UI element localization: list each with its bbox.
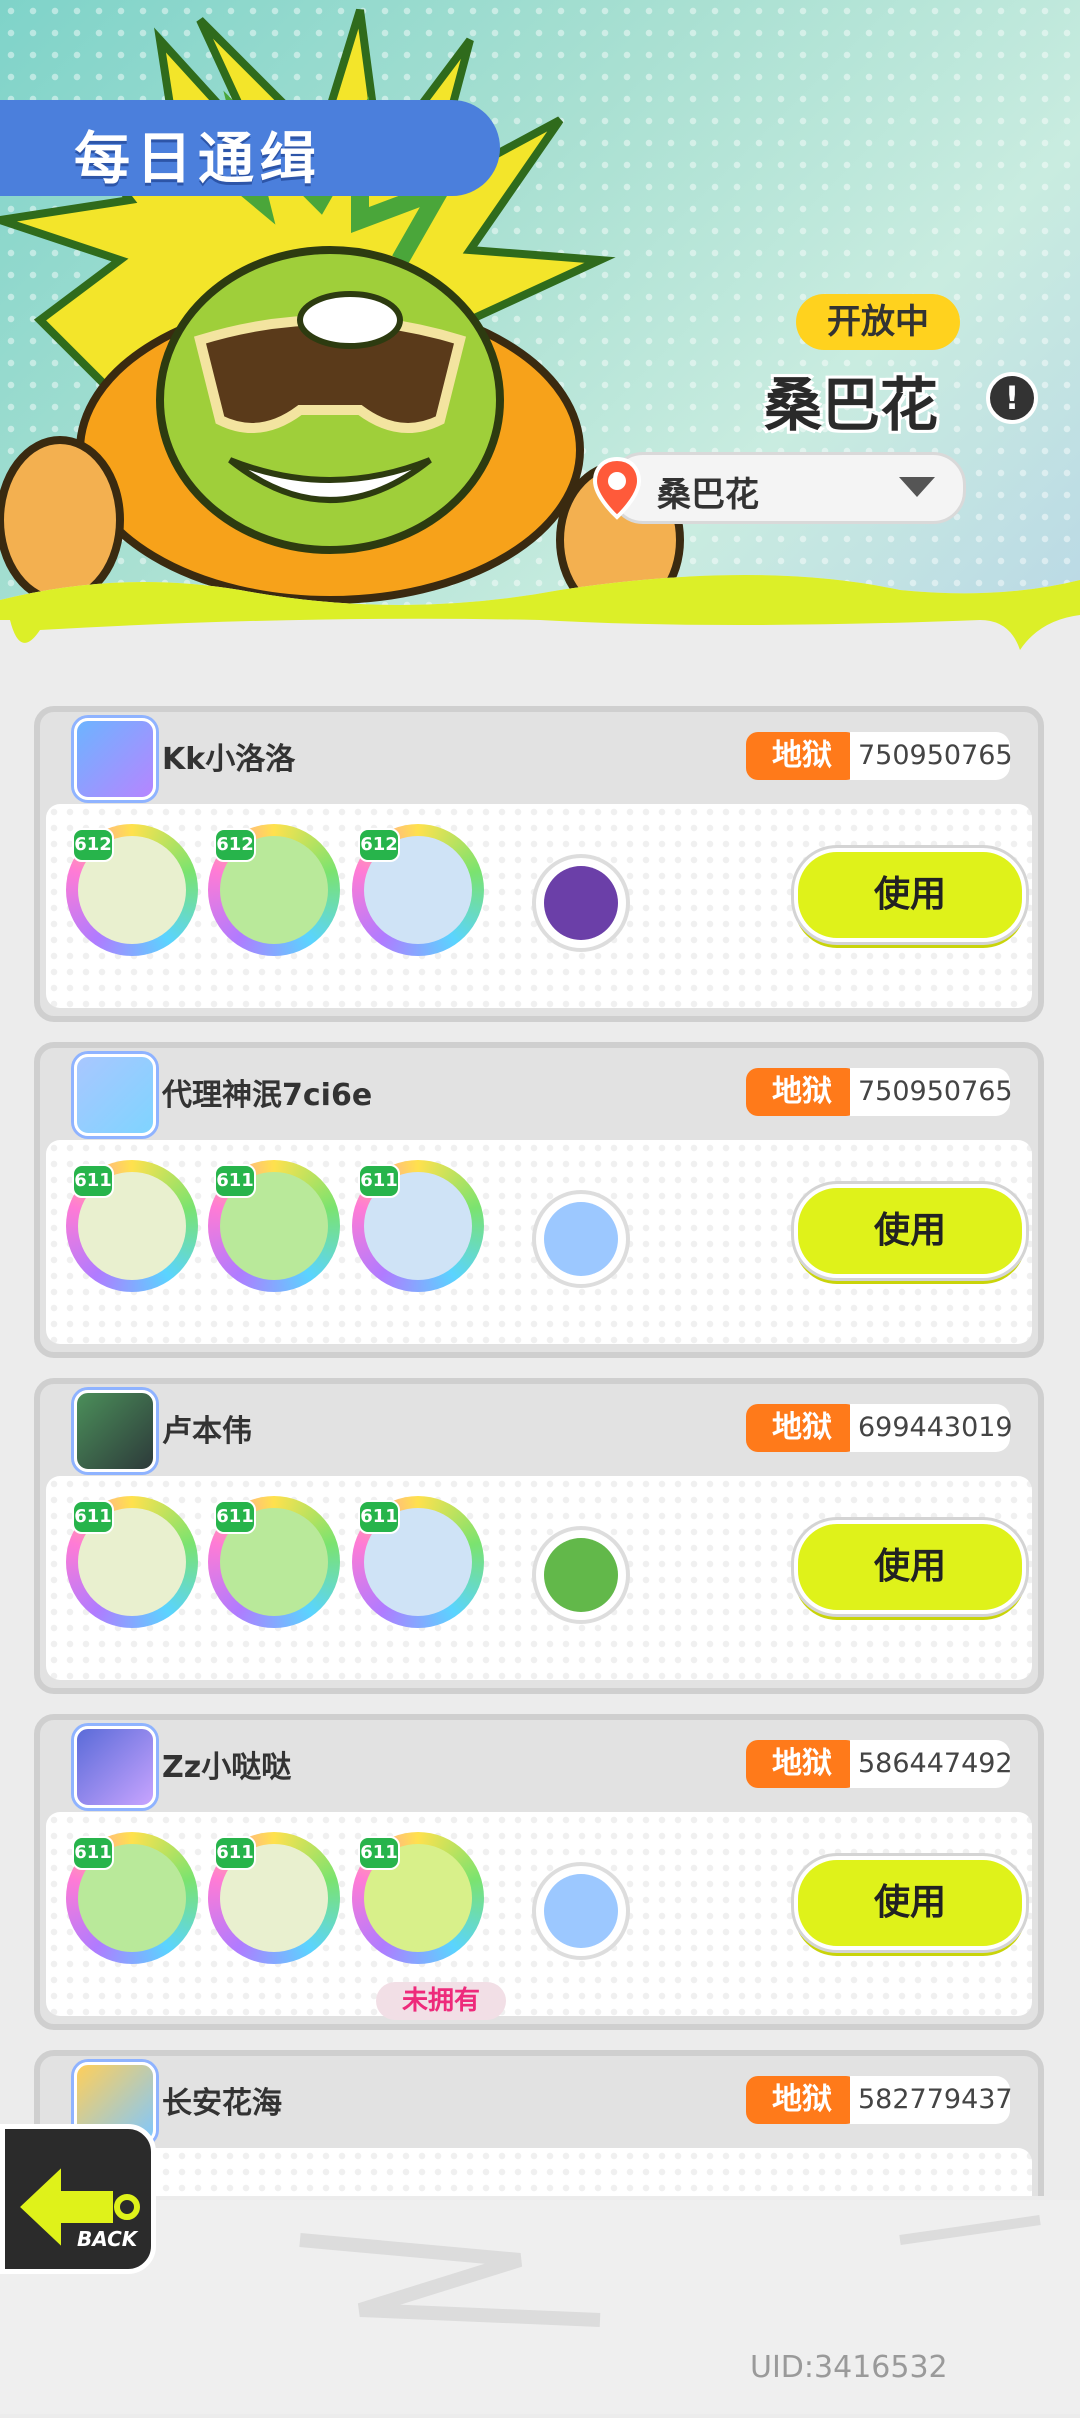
difficulty-badge: 地狱 [746, 1404, 858, 1452]
pet-slot [532, 1862, 630, 1960]
entry-header: Kk小洛洛 地狱 750950765 [40, 712, 1038, 800]
avatar [74, 1390, 156, 1472]
hero-level: 612 [358, 828, 400, 862]
uid-label: UID:3416532 [750, 2350, 948, 2385]
hero-slot: 612 [66, 824, 198, 956]
list-item: Kk小洛洛 地狱 750950765 612 612 612 使用 [34, 706, 1044, 1022]
boss-selector-dropdown[interactable]: 桑巴花 [592, 452, 966, 524]
score-value: 699443019 [850, 1404, 1013, 1452]
unowned-badge: 未拥有 [376, 1982, 506, 2020]
hero-slot: 612 [352, 824, 484, 956]
avatar [74, 1726, 156, 1808]
hero-level: 611 [358, 1836, 400, 1870]
chevron-down-icon [899, 477, 935, 497]
hero-level: 611 [72, 1164, 114, 1198]
player-name: 长安花海 [162, 2086, 282, 2121]
pet-slot [532, 1526, 630, 1624]
team-panel [46, 2148, 1032, 2196]
hero-level: 611 [214, 1836, 256, 1870]
pet-portrait [544, 1874, 618, 1948]
list-item: 长安花海 地狱 582779437 [34, 2050, 1044, 2196]
hero-level: 612 [72, 828, 114, 862]
entry-header: 代理神泯7ci6e 地狱 750950765 [40, 1048, 1038, 1136]
difficulty-badge: 地狱 [746, 1740, 858, 1788]
use-button[interactable]: 使用 [794, 1856, 1026, 1950]
back-button[interactable]: BACK [0, 2124, 156, 2274]
slime-divider [0, 575, 1080, 660]
difficulty-badge: 地狱 [746, 1068, 858, 1116]
page-title: 每日通缉 [74, 127, 322, 192]
use-button[interactable]: 使用 [794, 848, 1026, 942]
hero-level: 611 [358, 1500, 400, 1534]
pet-slot [532, 1190, 630, 1288]
selector-value: 桑巴花 [657, 475, 759, 515]
hero-slot: 611 [66, 1832, 198, 1964]
hero-slot: 611 [352, 1496, 484, 1628]
score-value: 586447492 [850, 1740, 1013, 1788]
hero-level: 612 [214, 828, 256, 862]
team-panel: 612 612 612 使用 [46, 804, 1032, 1008]
hero-slot: 611 [352, 1832, 484, 1964]
pet-portrait [544, 866, 618, 940]
boss-banner: 每日通缉 开放中 桑巴花 ! 桑巴花 [0, 0, 1080, 660]
score-value: 582779437 [850, 2076, 1013, 2124]
hero-slot: 611 [208, 1832, 340, 1964]
hero-level: 611 [214, 1164, 256, 1198]
hero-level: 611 [72, 1836, 114, 1870]
pet-slot [532, 854, 630, 952]
player-name: 卢本伟 [162, 1414, 252, 1449]
entry-header: 长安花海 地狱 582779437 [40, 2056, 1038, 2144]
player-name: 代理神泯7ci6e [162, 1078, 373, 1113]
hero-slot: 611 [208, 1160, 340, 1292]
hero-level: 611 [72, 1500, 114, 1534]
score-value: 750950765 [850, 1068, 1013, 1116]
hero-slot: 611 [66, 1496, 198, 1628]
difficulty-badge: 地狱 [746, 2076, 858, 2124]
hero-slot: 612 [208, 824, 340, 956]
hero-slot: 611 [352, 1160, 484, 1292]
page-title-banner: 每日通缉 [0, 100, 500, 196]
team-panel: 611 611 611 使用 未拥有 [46, 1812, 1032, 2020]
boss-name: 桑巴花 [764, 371, 939, 439]
list-item: Zz小哒哒 地狱 586447492 611 611 611 使用 未拥有 [34, 1714, 1044, 2030]
player-name: Kk小洛洛 [162, 742, 296, 777]
avatar [74, 718, 156, 800]
entry-header: 卢本伟 地狱 699443019 [40, 1384, 1038, 1472]
list-item: 代理神泯7ci6e 地狱 750950765 611 611 611 使用 [34, 1042, 1044, 1358]
hero-slot: 611 [66, 1160, 198, 1292]
hero-level: 611 [214, 1500, 256, 1534]
boss-illustration [0, 8, 684, 619]
hero-slot: 611 [208, 1496, 340, 1628]
entry-header: Zz小哒哒 地狱 586447492 [40, 1720, 1038, 1808]
back-label: BACK [77, 2227, 138, 2251]
team-panel: 611 611 611 使用 [46, 1476, 1032, 1680]
use-button[interactable]: 使用 [794, 1184, 1026, 1278]
ranking-list[interactable]: Kk小洛洛 地狱 750950765 612 612 612 使用 代理神泯7c… [34, 706, 1046, 2196]
score-value: 750950765 [850, 732, 1013, 780]
pet-portrait [544, 1202, 618, 1276]
team-panel: 611 611 611 使用 [46, 1140, 1032, 1344]
location-pin-icon [592, 456, 642, 520]
list-item: 卢本伟 地狱 699443019 611 611 611 使用 [34, 1378, 1044, 1694]
avatar [74, 1054, 156, 1136]
player-name: Zz小哒哒 [162, 1750, 292, 1785]
exclamation-icon[interactable]: ! [986, 372, 1038, 424]
pet-portrait [544, 1538, 618, 1612]
status-badge: 开放中 [796, 294, 960, 350]
use-button[interactable]: 使用 [794, 1520, 1026, 1614]
hero-level: 611 [358, 1164, 400, 1198]
difficulty-badge: 地狱 [746, 732, 858, 780]
